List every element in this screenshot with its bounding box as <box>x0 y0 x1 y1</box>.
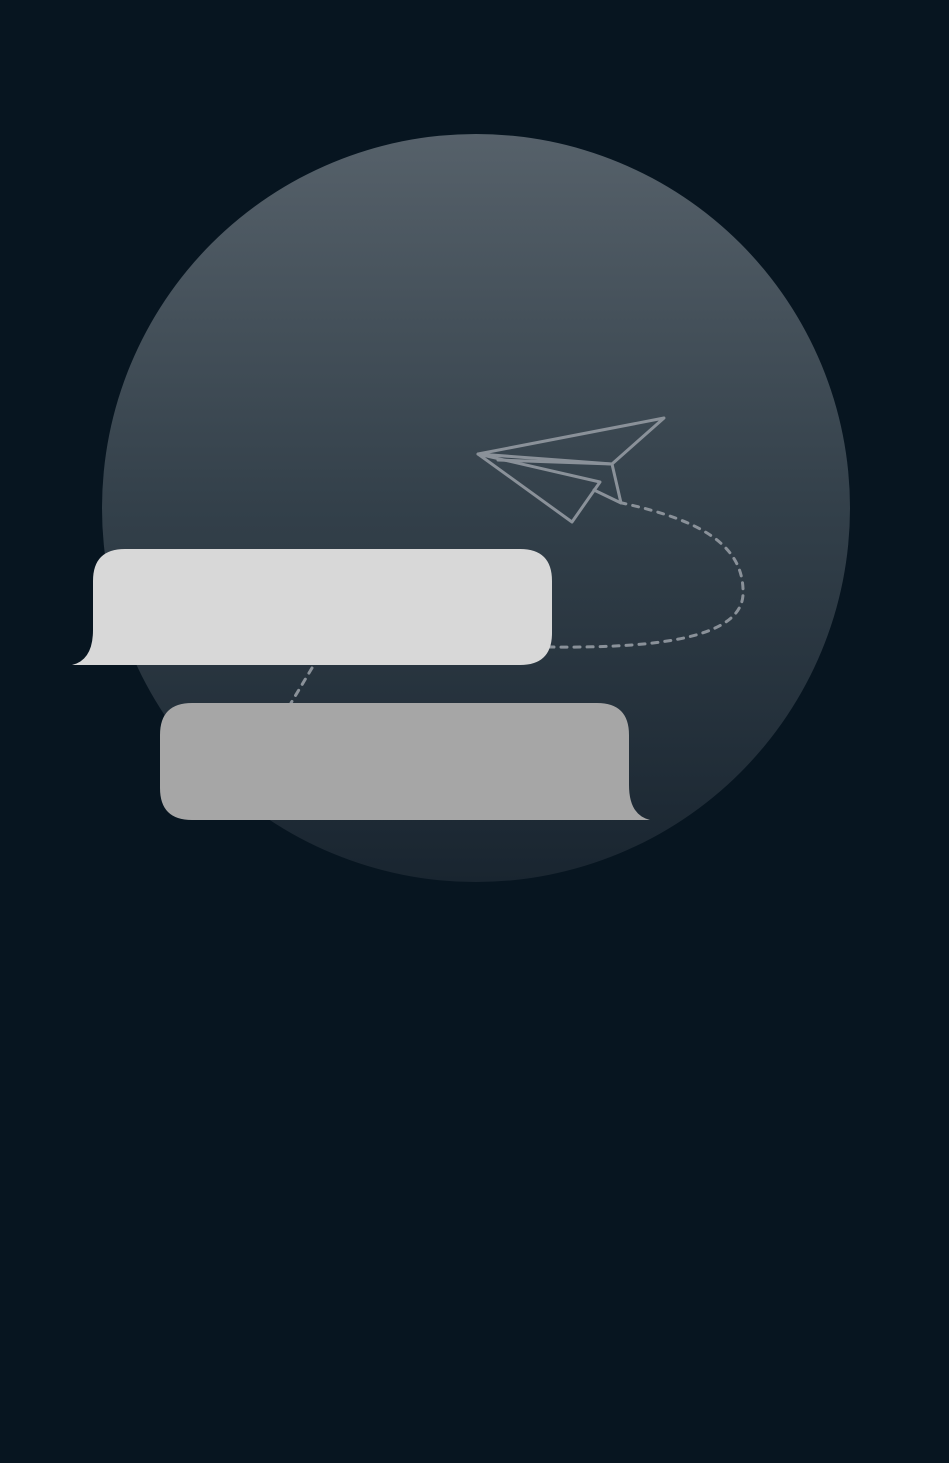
chat-bubble-incoming <box>72 549 552 665</box>
empty-state-screen <box>0 0 949 1463</box>
messages-empty-illustration <box>72 134 850 882</box>
chat-bubble-outgoing <box>160 703 650 820</box>
